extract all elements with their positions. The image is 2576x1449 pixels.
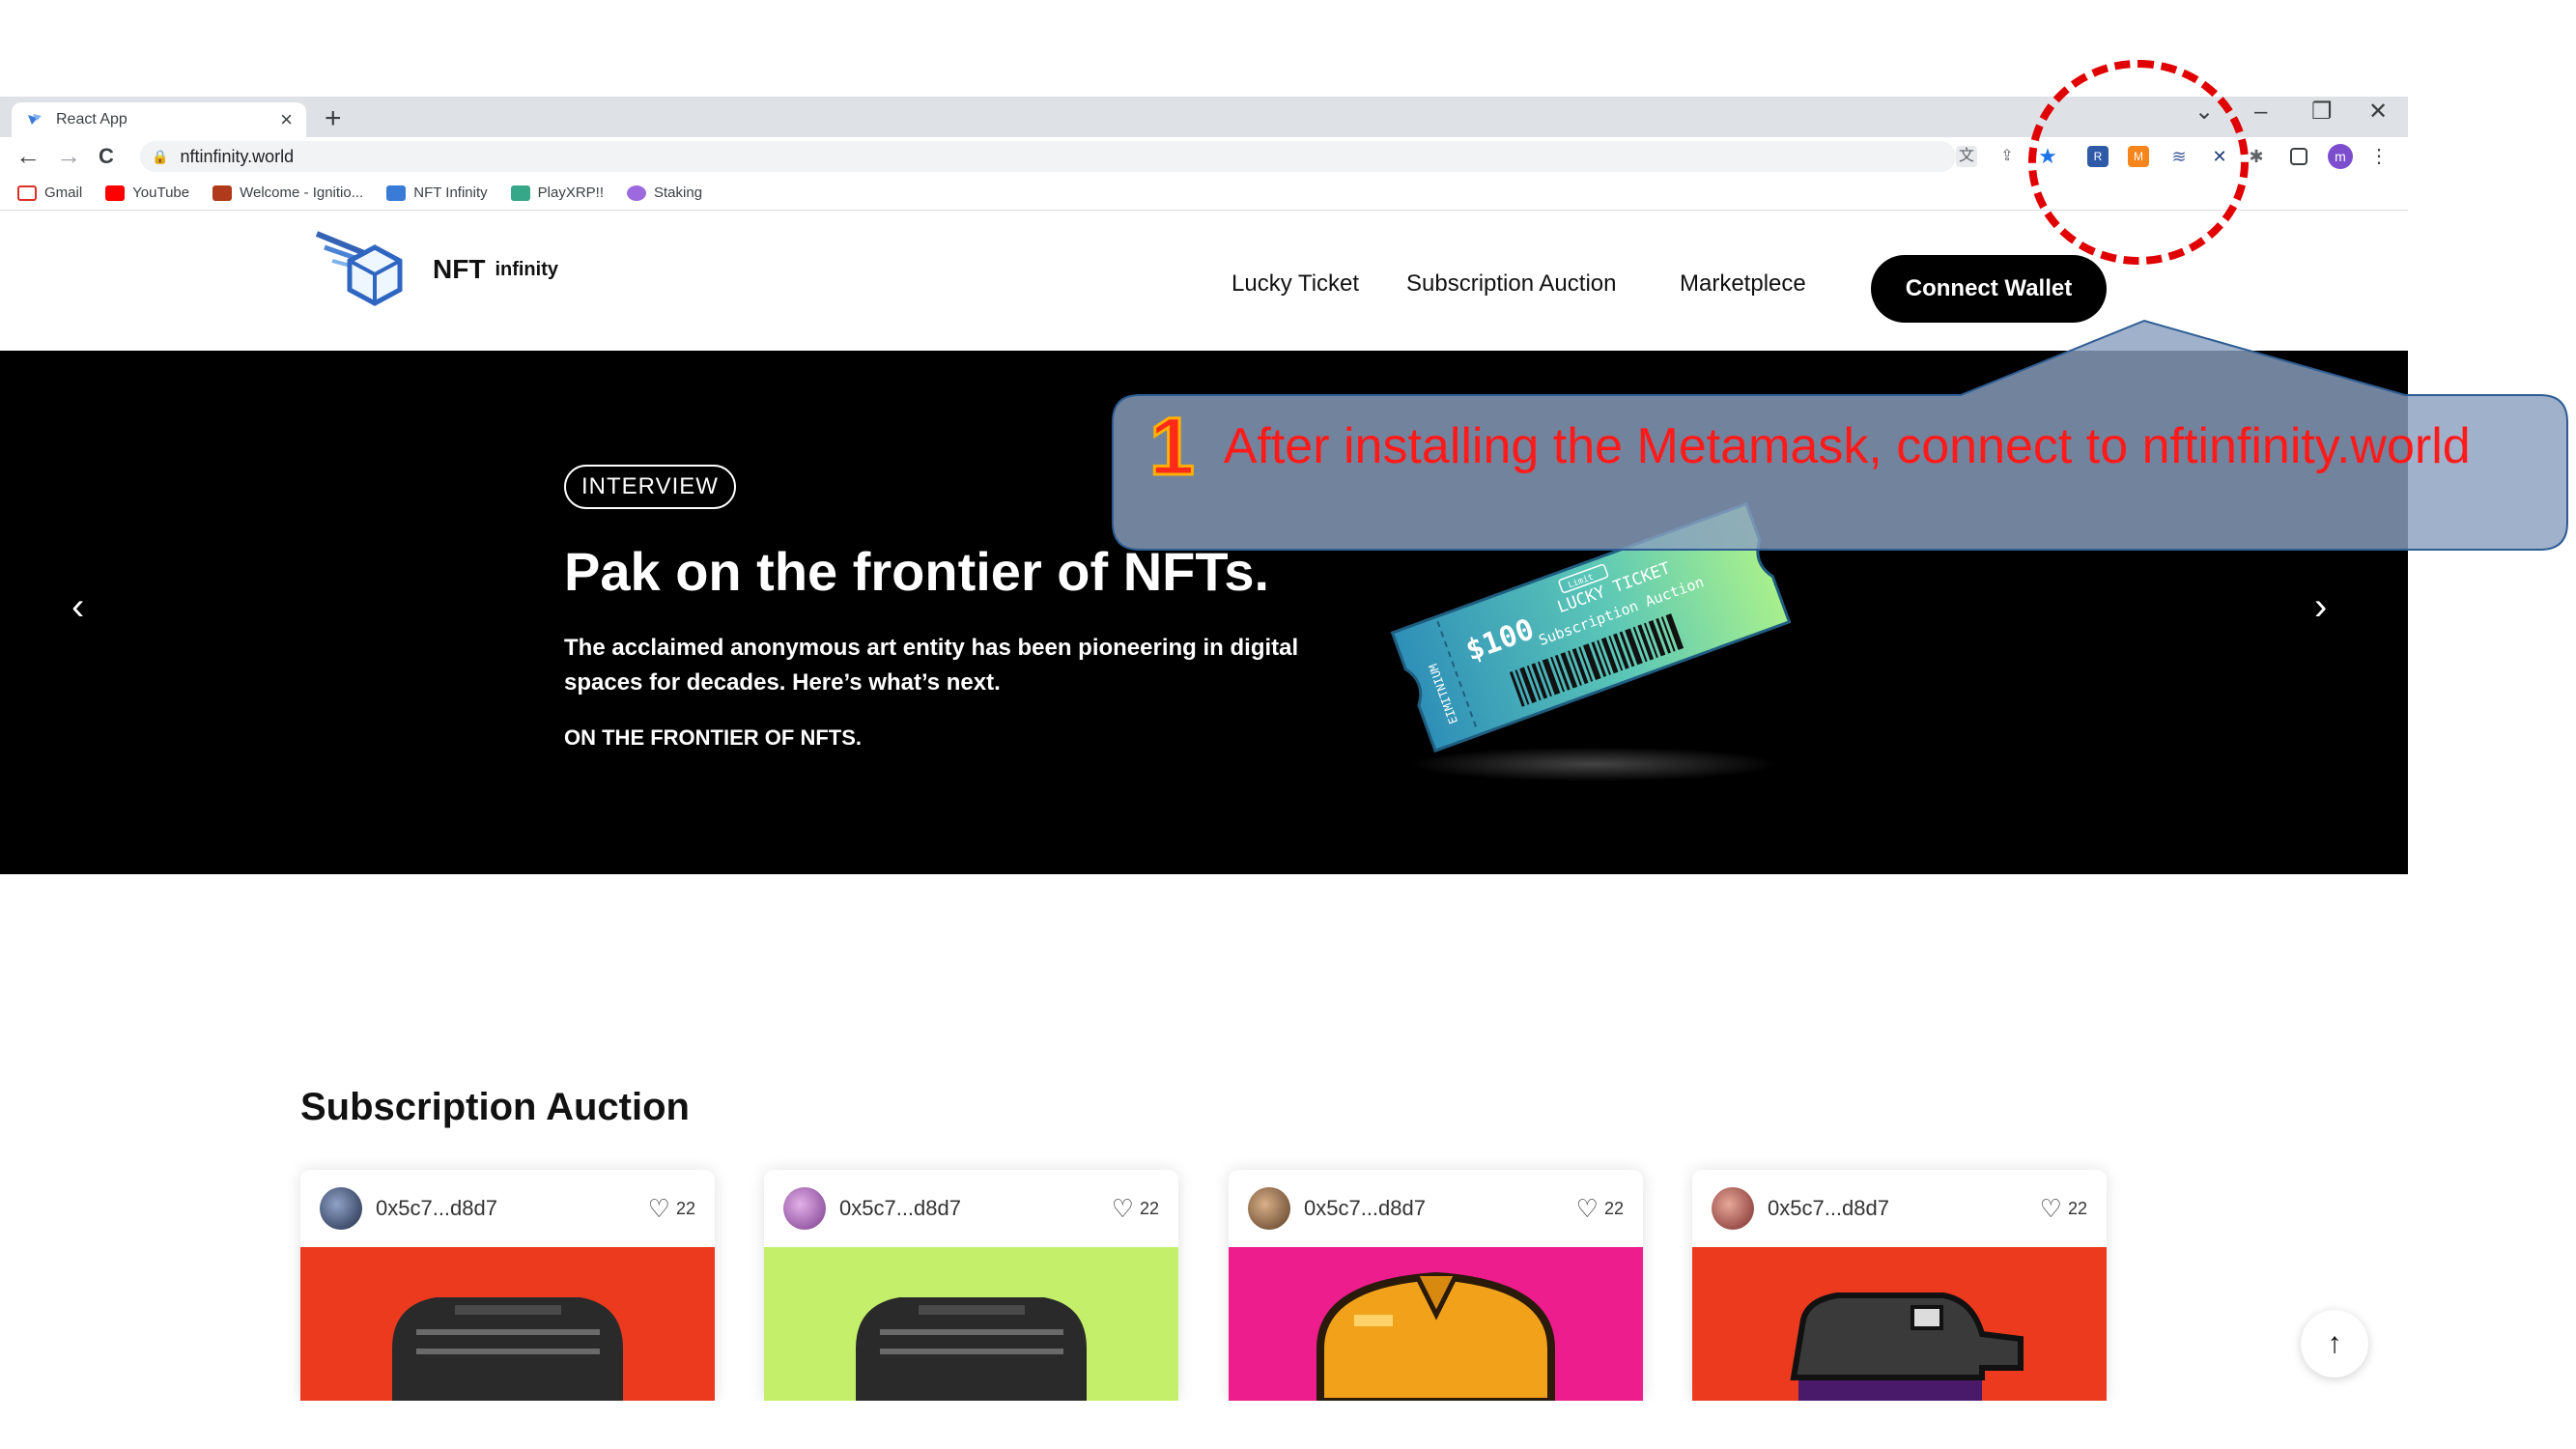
card-header: 0x5c7...d8d7 ♡ 22 bbox=[1229, 1170, 1643, 1247]
playxrp-icon bbox=[510, 185, 530, 201]
close-window-button[interactable]: ✕ bbox=[2368, 100, 2388, 124]
bookmark-label: YouTube bbox=[132, 185, 190, 201]
browser-tab[interactable]: React App × bbox=[12, 102, 306, 137]
like-button[interactable]: ♡ 22 bbox=[648, 1194, 695, 1224]
nft-infinity-logo-icon bbox=[315, 231, 403, 306]
translate-icon[interactable]: 文 bbox=[1956, 146, 1977, 167]
sidepanel-icon[interactable] bbox=[2290, 148, 2307, 165]
reload-button[interactable]: C bbox=[99, 146, 114, 167]
hero-badge: INTERVIEW bbox=[564, 465, 736, 509]
bookmark-label: Staking bbox=[654, 185, 703, 201]
new-tab-button[interactable]: + bbox=[325, 104, 342, 133]
page-bottom-area bbox=[0, 1401, 2408, 1449]
bookmark-staking[interactable]: Staking bbox=[627, 185, 702, 201]
like-count: 22 bbox=[1139, 1198, 1159, 1218]
bookmark-label: PlayXRP!! bbox=[537, 185, 604, 201]
logo-text: NFT bbox=[433, 254, 486, 284]
owner-address: 0x5c7...d8d7 bbox=[376, 1196, 497, 1220]
heart-icon: ♡ bbox=[647, 1193, 670, 1223]
carousel-prev-icon[interactable]: ‹ bbox=[71, 587, 84, 626]
bookmark-label: NFT Infinity bbox=[413, 185, 488, 201]
staking-icon bbox=[627, 185, 646, 201]
bookmark-nft-infinity[interactable]: NFT Infinity bbox=[386, 185, 488, 201]
bookmark-label: Gmail bbox=[44, 185, 83, 201]
nft-artwork bbox=[1692, 1247, 2107, 1402]
react-favicon-icon bbox=[28, 114, 42, 125]
heart-icon: ♡ bbox=[1575, 1193, 1599, 1223]
nft-artwork bbox=[300, 1247, 715, 1402]
puzzle-icon[interactable]: ✱ bbox=[2246, 146, 2267, 167]
connect-wallet-button[interactable]: Connect Wallet bbox=[1871, 255, 2107, 323]
heart-icon: ♡ bbox=[2039, 1193, 2062, 1223]
minimize-button[interactable]: – bbox=[2254, 100, 2267, 124]
carousel-next-icon[interactable]: › bbox=[2314, 587, 2327, 626]
hero-description: The acclaimed anonymous art entity has b… bbox=[564, 635, 1299, 696]
nav-marketplace[interactable]: Marketplece bbox=[1680, 270, 1806, 298]
ignition-icon bbox=[212, 185, 233, 201]
annotation-message: After installing the Metamask, connect t… bbox=[1223, 418, 2471, 474]
address-bar[interactable]: 🔒 nftinfinity.world bbox=[140, 141, 1956, 172]
gmail-icon bbox=[17, 185, 37, 201]
youtube-icon bbox=[105, 185, 126, 201]
like-count: 22 bbox=[1603, 1198, 1624, 1218]
site-logo[interactable]: NFT infinity bbox=[311, 226, 558, 313]
forward-button[interactable]: → bbox=[56, 143, 81, 168]
menu-icon[interactable]: ⋮ bbox=[2368, 146, 2390, 167]
auction-card[interactable]: 0x5c7...d8d7 ♡ 22 bbox=[764, 1170, 1178, 1402]
like-button[interactable]: ♡ 22 bbox=[1112, 1194, 1159, 1224]
lock-icon: 🔒 bbox=[152, 148, 169, 164]
bookmark-playxrp[interactable]: PlayXRP!! bbox=[510, 185, 604, 201]
nav-subscription-auction[interactable]: Subscription Auction bbox=[1406, 270, 1616, 298]
section-title: Subscription Auction bbox=[300, 1086, 690, 1128]
auction-card[interactable]: 0x5c7...d8d7 ♡ 22 bbox=[1229, 1170, 1643, 1402]
owner-address: 0x5c7...d8d7 bbox=[839, 1196, 961, 1220]
share-icon[interactable]: ⇪ bbox=[1996, 146, 2018, 167]
like-count: 22 bbox=[675, 1198, 695, 1218]
hero-tagline: ON THE FRONTIER OF NFTS. bbox=[564, 725, 862, 750]
bookmark-gmail[interactable]: Gmail bbox=[17, 185, 82, 201]
card-header: 0x5c7...d8d7 ♡ 22 bbox=[1692, 1170, 2107, 1247]
tab-close-icon[interactable]: × bbox=[280, 109, 293, 130]
like-count: 22 bbox=[2067, 1198, 2087, 1218]
owner-address: 0x5c7...d8d7 bbox=[1768, 1196, 1889, 1220]
owner-address: 0x5c7...d8d7 bbox=[1304, 1196, 1426, 1220]
annotation-dashed-circle bbox=[2028, 60, 2249, 265]
card-header: 0x5c7...d8d7 ♡ 22 bbox=[764, 1170, 1178, 1247]
nft-infinity-icon bbox=[386, 185, 407, 201]
annotation-callout-text: 1 After installing the Metamask, connect… bbox=[1148, 401, 2471, 492]
scroll-to-top-button[interactable]: ↑ bbox=[2301, 1310, 2368, 1378]
like-button[interactable]: ♡ 22 bbox=[1576, 1194, 1624, 1224]
auction-card[interactable]: 0x5c7...d8d7 ♡ 22 bbox=[1692, 1170, 2107, 1402]
profile-avatar[interactable]: m bbox=[2328, 144, 2353, 169]
nav-lucky-ticket[interactable]: Lucky Ticket bbox=[1231, 270, 1359, 298]
auction-card[interactable]: 0x5c7...d8d7 ♡ 22 bbox=[300, 1170, 715, 1402]
owner-avatar bbox=[1248, 1187, 1290, 1230]
card-header: 0x5c7...d8d7 ♡ 22 bbox=[300, 1170, 715, 1247]
bookmark-ignition[interactable]: Welcome - Ignitio... bbox=[212, 185, 363, 201]
url-text: nftinfinity.world bbox=[180, 146, 295, 166]
heart-icon: ♡ bbox=[1111, 1193, 1134, 1223]
owner-avatar bbox=[783, 1187, 826, 1230]
tab-title: React App bbox=[56, 111, 127, 128]
nft-artwork bbox=[1229, 1247, 1643, 1402]
back-button[interactable]: ← bbox=[15, 143, 41, 168]
restore-button[interactable]: ❐ bbox=[2311, 100, 2333, 124]
nft-artwork bbox=[764, 1247, 1178, 1402]
bookmark-label: Welcome - Ignitio... bbox=[240, 185, 364, 201]
owner-avatar bbox=[320, 1187, 362, 1230]
bookmark-youtube[interactable]: YouTube bbox=[105, 185, 189, 201]
like-button[interactable]: ♡ 22 bbox=[2040, 1194, 2087, 1224]
logo-subtext: infinity bbox=[495, 258, 558, 280]
annotation-step-number: 1 bbox=[1148, 401, 1197, 492]
owner-avatar bbox=[1712, 1187, 1754, 1230]
